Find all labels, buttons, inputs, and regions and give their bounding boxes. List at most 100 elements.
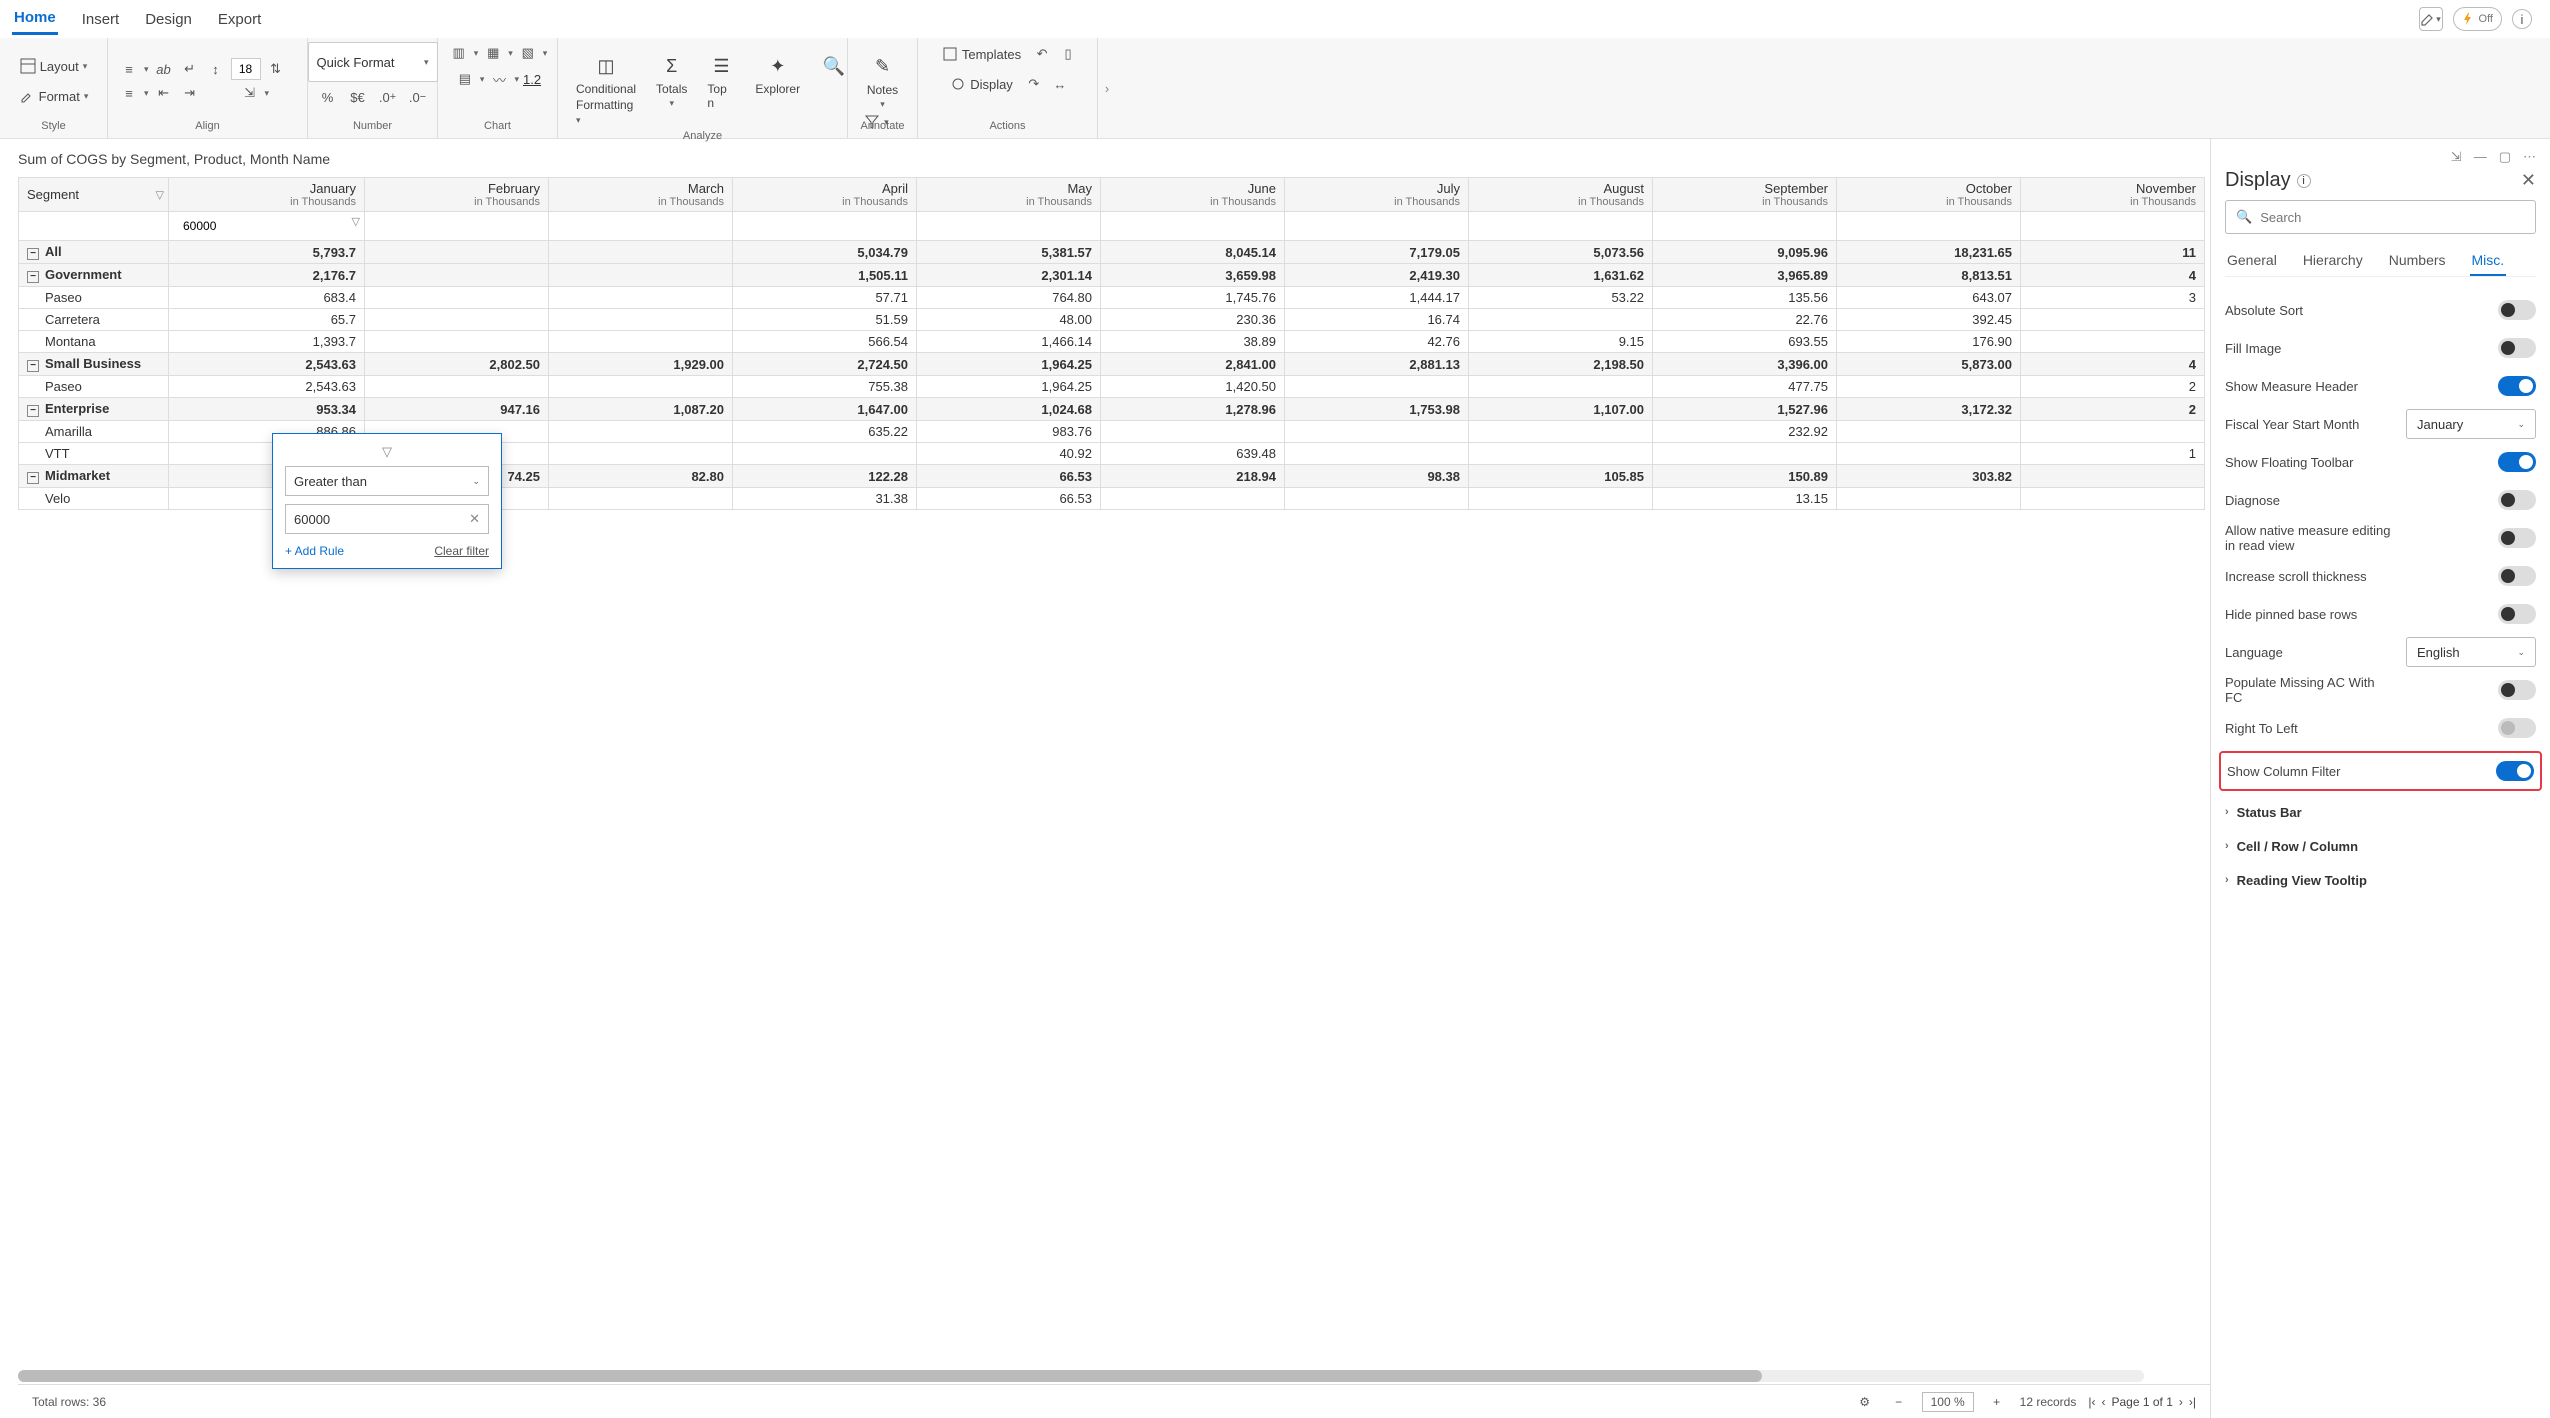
data-cell[interactable]: 2,198.50 [1469,353,1653,376]
data-cell[interactable]: 66.53 [917,465,1101,488]
data-cell[interactable]: 2,881.13 [1285,353,1469,376]
horizontal-scrollbar[interactable] [18,1370,2144,1382]
data-cell[interactable] [549,443,733,465]
data-cell[interactable]: 18,231.65 [1837,241,2021,264]
totals-button[interactable]: Σ Totals ▾ [648,48,695,113]
panel-tab-hierarchy[interactable]: Hierarchy [2301,246,2365,276]
decimal-inc-button[interactable]: .0+ [377,86,399,108]
data-cell[interactable] [549,287,733,309]
data-cell[interactable]: 1,087.20 [549,398,733,421]
expand-collapse-icon[interactable]: − [27,360,39,372]
data-cell[interactable]: 105.85 [1469,465,1653,488]
toggle-show-toolbar[interactable] [2498,452,2536,472]
column-header[interactable]: Februaryin Thousands [365,178,549,212]
data-cell[interactable] [1285,421,1469,443]
row-label[interactable]: Carretera [19,309,169,331]
data-cell[interactable] [365,264,549,287]
panel-min-icon[interactable]: — [2474,149,2487,165]
data-cell[interactable]: 635.22 [733,421,917,443]
number-format-button[interactable]: 1.2 [523,72,541,87]
data-cell[interactable]: 3,172.32 [1837,398,2021,421]
column-header[interactable]: Octoberin Thousands [1837,178,2021,212]
row-label[interactable]: −Government [19,264,169,287]
ruler-icon[interactable]: ▯ [1057,43,1079,65]
toggle-populate-ac[interactable] [2498,680,2536,700]
clear-filter-link[interactable]: Clear filter [434,544,489,558]
data-cell[interactable]: 3,659.98 [1101,264,1285,287]
data-cell[interactable] [549,376,733,398]
zoom-level[interactable]: 100 % [1922,1392,1974,1412]
column-header[interactable]: Mayin Thousands [917,178,1101,212]
data-cell[interactable]: 40.92 [917,443,1101,465]
funnel-icon[interactable]: ▽ [156,188,164,201]
row-label[interactable]: Velo [19,488,169,510]
expand-collapse-icon[interactable]: − [27,271,39,283]
column-header[interactable]: Marchin Thousands [549,178,733,212]
data-cell[interactable]: 8,813.51 [1837,264,2021,287]
data-cell[interactable] [549,421,733,443]
column-header[interactable]: Novemberin Thousands [2021,178,2205,212]
indent-increase-icon[interactable]: ⇥ [179,82,201,104]
filter-cell[interactable] [365,212,549,241]
data-cell[interactable]: 1,631.62 [1469,264,1653,287]
indent-decrease-icon[interactable]: ⇤ [153,82,175,104]
stepper-icon[interactable]: ⇅ [265,58,287,80]
conditional-formatting-button[interactable]: ◫ Conditional Formatting ▾ [568,48,644,130]
data-cell[interactable] [549,264,733,287]
toggle-show-header[interactable] [2498,376,2536,396]
topn-button[interactable]: ☰ Top n [699,48,743,114]
column-header[interactable]: Aprilin Thousands [733,178,917,212]
data-cell[interactable] [1469,421,1653,443]
undo-icon[interactable]: ↶ [1031,43,1053,65]
data-cell[interactable]: 392.45 [1837,309,2021,331]
page-next-button[interactable]: › [2179,1395,2183,1409]
row-label[interactable]: Paseo [19,376,169,398]
data-cell[interactable]: 232.92 [1653,421,1837,443]
data-cell[interactable]: 11 [2021,241,2205,264]
toggle-rtl[interactable] [2498,718,2536,738]
data-cell[interactable]: 2,176.7 [169,264,365,287]
data-cell[interactable]: 51.59 [733,309,917,331]
data-cell[interactable] [2021,488,2205,510]
data-cell[interactable]: 1,527.96 [1653,398,1837,421]
data-cell[interactable] [1837,488,2021,510]
page-first-button[interactable]: |‹ [2088,1395,2095,1409]
column-header[interactable]: Augustin Thousands [1469,178,1653,212]
toggle-show-col-filter[interactable] [2496,761,2534,781]
tab-home[interactable]: Home [12,3,58,35]
data-cell[interactable]: 150.89 [1653,465,1837,488]
data-cell[interactable] [1837,421,2021,443]
row-label[interactable]: Montana [19,331,169,353]
toggle-hide-pinned[interactable] [2498,604,2536,624]
tab-export[interactable]: Export [216,5,263,34]
wrap-text-icon[interactable]: ↵ [179,58,201,80]
tab-design[interactable]: Design [143,5,194,34]
data-cell[interactable]: 2,419.30 [1285,264,1469,287]
row-label[interactable]: −Enterprise [19,398,169,421]
data-cell[interactable]: 2,543.63 [169,353,365,376]
panel-more-icon[interactable]: ⋯ [2523,149,2536,165]
data-cell[interactable]: 2 [2021,398,2205,421]
data-cell[interactable] [1285,376,1469,398]
data-cell[interactable]: 2,543.63 [169,376,365,398]
filter-value-input[interactable]: 60000 ✕ [285,504,489,534]
clear-input-icon[interactable]: ✕ [469,511,480,527]
data-cell[interactable]: 1,420.50 [1101,376,1285,398]
panel-tab-misc[interactable]: Misc. [2470,246,2507,276]
data-cell[interactable]: 2 [2021,376,2205,398]
section-status-bar[interactable]: ›Status Bar [2225,795,2536,829]
data-cell[interactable]: 65.7 [169,309,365,331]
data-cell[interactable] [2021,331,2205,353]
data-cell[interactable]: 66.53 [917,488,1101,510]
data-cell[interactable]: 5,073.56 [1469,241,1653,264]
filter-cell-segment[interactable] [19,212,169,241]
align-left-icon[interactable]: ≡ [118,58,140,80]
data-cell[interactable]: 683.4 [169,287,365,309]
data-cell[interactable]: 5,873.00 [1837,353,2021,376]
data-cell[interactable] [549,309,733,331]
waterfall-icon[interactable]: ▤ [454,68,476,90]
data-cell[interactable]: 755.38 [733,376,917,398]
data-cell[interactable]: 643.07 [1837,287,2021,309]
expand-collapse-icon[interactable]: − [27,405,39,417]
row-label[interactable]: −All [19,241,169,264]
